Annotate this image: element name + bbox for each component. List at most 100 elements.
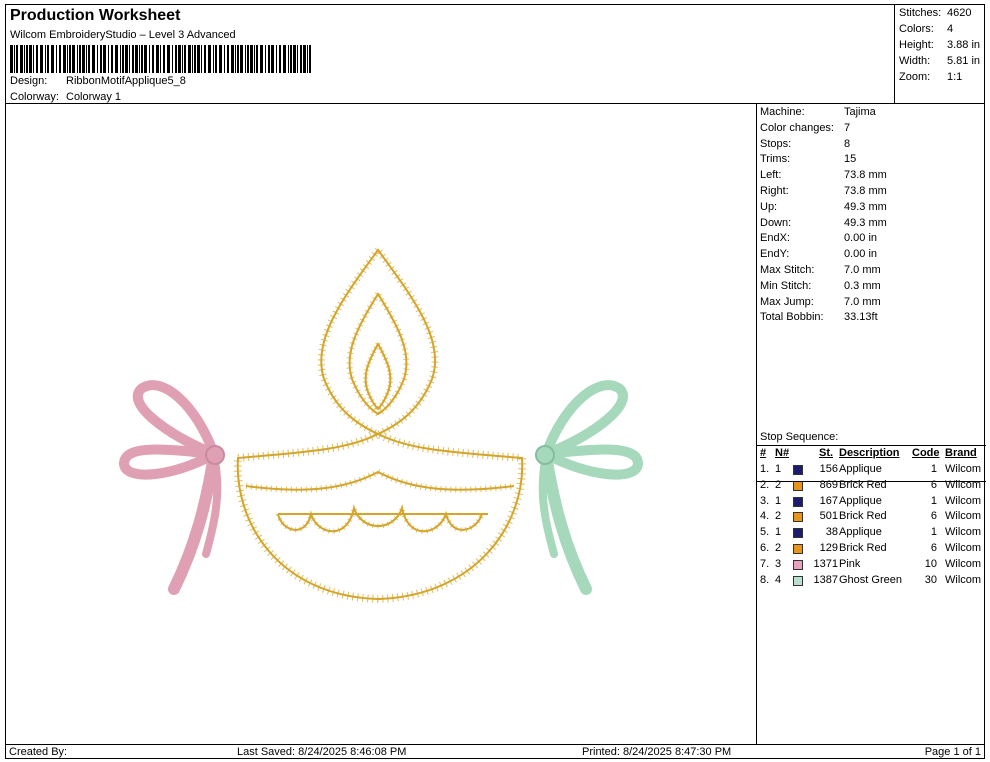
- color-swatch: [793, 575, 803, 586]
- stitch-count: 156: [819, 463, 838, 475]
- stitch-count: 501: [819, 510, 838, 523]
- row-number: 1.: [760, 463, 770, 475]
- info-row: Stops: 8: [760, 138, 850, 153]
- thread-code: 30: [924, 573, 937, 586]
- table-row: 5. 1 38 Applique 1 Wilcom: [757, 526, 986, 542]
- stitch-count: 129: [819, 542, 838, 554]
- info-row: Down: 49.3 mm: [760, 217, 887, 232]
- info-value: 7.0 mm: [844, 264, 881, 276]
- needle-number: 4: [775, 573, 782, 586]
- embroidery-design-image: [118, 244, 644, 604]
- info-row: Min Stitch: 0.3 mm: [760, 280, 881, 295]
- thread-brand: Wilcom: [945, 557, 982, 570]
- machine-info-panel: Machine: Tajima Color changes: 7 Stops: 8 Trim…: [756, 103, 986, 745]
- barcode-image: [10, 45, 311, 73]
- table-row: 6. 2 129 Brick Red 6 Wilcom: [757, 542, 986, 558]
- info-value: 0.00 in: [844, 248, 878, 261]
- stitch-count: 1387: [813, 573, 838, 586]
- needle-number: 3: [775, 557, 782, 570]
- info-value: 15: [844, 153, 857, 166]
- table-row: 8. 4 1387 Ghost Green 30 Wilcom: [757, 574, 986, 590]
- info-row: Max Jump: 7.0 mm: [760, 296, 881, 311]
- last-saved: Last Saved: 8/24/2025 8:46:08 PM: [237, 746, 407, 758]
- info-row: EndY: 0.00 in: [760, 248, 877, 263]
- info-value: 49.3 mm: [844, 200, 887, 213]
- color-swatch: [793, 480, 803, 491]
- thread-description: Applique: [839, 463, 882, 475]
- color-swatch: [793, 496, 803, 507]
- info-key: Max Stitch:: [760, 264, 815, 276]
- thread-code: 6: [930, 510, 937, 523]
- page-title: Production Worksheet: [10, 7, 181, 24]
- info-row: EndX: 0.00 in: [760, 232, 877, 247]
- info-value: 7.0 mm: [844, 295, 881, 308]
- stitch-count: 167: [819, 494, 838, 507]
- design-label: Design:: [10, 75, 48, 87]
- info-value: 49.3 mm: [844, 216, 887, 229]
- row-number: 7.: [760, 557, 770, 570]
- stat-zoom: Zoom: 1:1: [899, 71, 963, 83]
- thread-brand: Wilcom: [945, 463, 982, 475]
- design-preview: [5, 103, 757, 745]
- info-key: EndY:: [760, 248, 790, 261]
- stitch-count: 38: [825, 526, 838, 539]
- info-value: 0.3 mm: [844, 279, 881, 292]
- info-row: Left: 73.8 mm: [760, 169, 887, 184]
- thread-description: Ghost Green: [839, 573, 902, 586]
- color-swatch: [793, 512, 803, 523]
- info-key: EndX:: [760, 232, 790, 245]
- colorway-row: Colorway: Colorway 1: [10, 91, 121, 103]
- info-value: 8: [844, 137, 851, 150]
- info-key: Machine:: [760, 106, 805, 118]
- info-key: Left:: [760, 169, 782, 182]
- stats-panel: Stitches: 4620 Colors: 4 Height: 3.88 in Wi…: [894, 4, 985, 104]
- info-key: Up:: [760, 200, 778, 213]
- thread-description: Brick Red: [839, 542, 887, 554]
- info-row: Machine: Tajima: [760, 106, 876, 121]
- diya-lamp-motif: [233, 244, 527, 604]
- thread-description: Brick Red: [839, 510, 887, 523]
- thread-brand: Wilcom: [945, 510, 982, 523]
- info-key: Trims:: [760, 153, 791, 166]
- info-key: Color changes:: [760, 121, 834, 134]
- info-row: Trims: 15: [760, 153, 856, 168]
- info-key: Stops:: [760, 137, 792, 150]
- row-number: 8.: [760, 573, 770, 586]
- table-row: 3. 1 167 Applique 1 Wilcom: [757, 495, 986, 511]
- table-row: 4. 2 501 Brick Red 6 Wilcom: [757, 510, 986, 526]
- pink-bow-motif: [118, 380, 225, 595]
- thread-code: 10: [924, 557, 937, 570]
- info-value: 7: [844, 121, 851, 134]
- thread-description: Pink: [839, 557, 861, 570]
- info-row: Up: 49.3 mm: [760, 201, 887, 216]
- software-name: Wilcom EmbroideryStudio – Level 3 Advanc…: [10, 29, 236, 41]
- colorway-value: Colorway 1: [66, 91, 122, 103]
- table-row: 1. 1 156 Applique 1 Wilcom: [757, 463, 986, 479]
- needle-number: 1: [775, 463, 782, 475]
- table-row: 7. 3 1371 Pink 10 Wilcom: [757, 558, 986, 574]
- thread-brand: Wilcom: [945, 494, 982, 507]
- needle-number: 1: [775, 526, 782, 539]
- created-by: Created By:: [9, 746, 68, 758]
- needle-number: 2: [775, 542, 782, 554]
- thread-code: 6: [930, 542, 937, 554]
- row-number: 6.: [760, 542, 770, 554]
- thread-brand: Wilcom: [945, 542, 982, 554]
- info-key: Down:: [760, 216, 792, 229]
- color-swatch: [793, 544, 803, 554]
- stop-sequence-label: Stop Sequence:: [760, 431, 839, 443]
- color-swatch: [793, 465, 803, 475]
- row-number: 3.: [760, 494, 770, 507]
- row-number: 5.: [760, 526, 770, 539]
- info-value: Tajima: [844, 106, 876, 118]
- stat-colors: Colors: 4: [899, 23, 954, 35]
- info-value: 73.8 mm: [844, 169, 887, 182]
- design-value: RibbonMotifApplique5_8: [66, 75, 186, 87]
- colorway-label: Colorway:: [10, 91, 59, 103]
- thread-brand: Wilcom: [945, 526, 982, 539]
- info-row: Max Stitch: 7.0 mm: [760, 264, 881, 279]
- info-key: Right:: [760, 185, 789, 197]
- info-value: 33.13ft: [844, 311, 878, 324]
- green-bow-motif: [535, 380, 644, 595]
- needle-number: 2: [775, 510, 782, 523]
